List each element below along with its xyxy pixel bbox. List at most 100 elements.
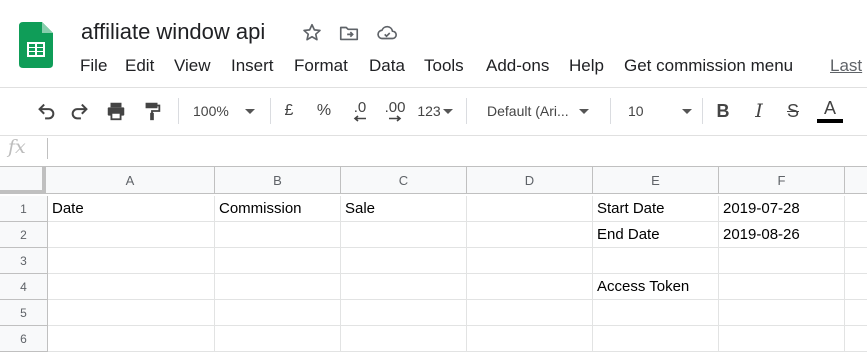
column-header-f[interactable]: F [719,167,845,194]
cell-e5[interactable] [593,300,719,326]
zoom-select[interactable]: 100% [188,98,260,124]
google-sheets-logo[interactable] [19,22,53,68]
menu-data[interactable]: Data [369,56,405,76]
menu-file[interactable]: File [80,56,107,76]
cell-c3[interactable] [341,248,467,274]
cell-g4[interactable] [845,274,867,300]
column-header-d[interactable]: D [467,167,593,194]
move-to-folder-icon[interactable] [338,22,360,44]
redo-icon[interactable] [68,98,92,124]
cell-a3[interactable] [48,248,215,274]
cell-g3[interactable] [845,248,867,274]
cell-f5[interactable] [719,300,845,326]
cell-a5[interactable] [48,300,215,326]
cell-e1[interactable]: Start Date [593,196,719,222]
row-header[interactable]: 5 [0,300,48,326]
zoom-value: 100% [193,103,229,119]
column-header-g[interactable] [845,167,867,194]
cell-b5[interactable] [215,300,341,326]
menu-get-commission[interactable]: Get commission menu [624,56,793,76]
italic-button[interactable]: I [748,98,770,124]
strikethrough-button[interactable]: S [782,98,804,124]
toolbar-separator [178,98,179,124]
cloud-saved-icon[interactable] [376,22,398,44]
cell-g1[interactable] [845,196,867,222]
row-header[interactable]: 3 [0,248,48,274]
cell-b4[interactable] [215,274,341,300]
cell-g5[interactable] [845,300,867,326]
cell-a1[interactable]: Date [48,196,215,222]
last-edit-link[interactable]: Last [830,56,862,76]
row-header[interactable]: 6 [0,326,48,352]
cell-b2[interactable] [215,222,341,248]
cell-f1[interactable]: 2019-07-28 [719,196,845,222]
select-all-corner[interactable] [0,167,46,194]
format-percent-button[interactable]: % [314,98,334,124]
cell-d3[interactable] [467,248,593,274]
chevron-down-icon [578,108,589,114]
font-size-value: 10 [628,103,644,119]
more-formats-select[interactable]: 123 [414,98,456,124]
star-icon[interactable] [301,22,323,44]
format-currency-button[interactable]: £ [279,98,299,124]
cell-c5[interactable] [341,300,467,326]
cell-a4[interactable] [48,274,215,300]
column-header-e[interactable]: E [593,167,719,194]
cell-d4[interactable] [467,274,593,300]
cell-c4[interactable] [341,274,467,300]
cell-e4[interactable]: Access Token [593,274,719,300]
toolbar-separator [702,98,703,124]
cell-d1[interactable] [467,196,593,222]
text-color-button[interactable]: A [816,98,844,124]
cell-e2[interactable]: End Date [593,222,719,248]
cell-g6[interactable] [845,326,867,352]
cell-e6[interactable] [593,326,719,352]
menu-format[interactable]: Format [294,56,348,76]
font-family-select[interactable]: Default (Ari... [482,98,600,124]
cell-a6[interactable] [48,326,215,352]
cell-c1[interactable]: Sale [341,196,467,222]
column-header-b[interactable]: B [215,167,341,194]
cell-c6[interactable] [341,326,467,352]
cell-e3[interactable] [593,248,719,274]
toolbar-divider [0,87,867,88]
fx-icon: fx [8,136,26,158]
undo-icon[interactable] [34,98,58,124]
cell-c2[interactable] [341,222,467,248]
cell-a2[interactable] [48,222,215,248]
cell-f4[interactable] [719,274,845,300]
column-header-c[interactable]: C [341,167,467,194]
cell-b6[interactable] [215,326,341,352]
cell-b3[interactable] [215,248,341,274]
cell-g2[interactable] [845,222,867,248]
cell-f6[interactable] [719,326,845,352]
increase-decimal-button[interactable]: .00 [380,98,410,124]
font-size-select[interactable]: 10 [622,98,694,124]
formula-bar-separator [47,138,48,159]
cell-d6[interactable] [467,326,593,352]
menu-addons[interactable]: Add-ons [486,56,549,76]
menu-tools[interactable]: Tools [424,56,464,76]
cell-f2[interactable]: 2019-08-26 [719,222,845,248]
cell-f3[interactable] [719,248,845,274]
bold-button[interactable]: B [712,98,734,124]
formula-input[interactable] [52,138,852,162]
decrease-decimal-button[interactable]: .0 [346,98,374,124]
menu-view[interactable]: View [174,56,211,76]
row-header[interactable]: 2 [0,222,48,248]
row-header[interactable]: 4 [0,274,48,300]
document-title[interactable]: affiliate window api [81,19,265,45]
chevron-down-icon [681,108,692,114]
menu-insert[interactable]: Insert [231,56,274,76]
cell-d2[interactable] [467,222,593,248]
arrow-left-icon [353,115,366,122]
column-header-a[interactable]: A [46,167,215,194]
print-icon[interactable] [104,98,128,124]
cell-d5[interactable] [467,300,593,326]
menu-help[interactable]: Help [569,56,604,76]
paint-format-icon[interactable] [140,98,164,124]
menu-edit[interactable]: Edit [125,56,154,76]
cell-b1[interactable]: Commission [215,196,341,222]
row-header[interactable]: 1 [0,196,48,222]
arrow-right-icon [389,115,402,122]
